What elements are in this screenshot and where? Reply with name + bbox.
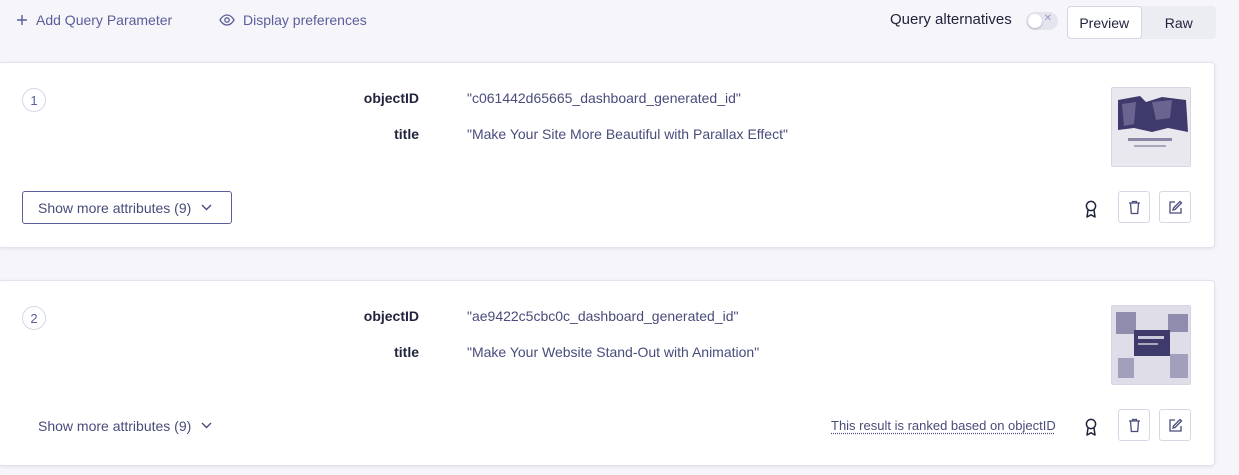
result-thumbnail [1111,305,1191,385]
add-query-parameter-button[interactable]: Add Query Parameter [16,12,172,28]
eye-icon [219,14,235,26]
edit-record-button[interactable] [1159,191,1191,223]
show-more-attributes-button[interactable]: Show more attributes (9) [22,409,232,442]
trash-icon [1128,200,1140,214]
thumbnail-image [1112,88,1190,166]
attribute-value-objectid: "ae9422c5cbc0c_dashboard_generated_id" [467,308,739,324]
show-more-attributes-button[interactable]: Show more attributes (9) [22,191,232,224]
add-query-parameter-label: Add Query Parameter [36,12,173,28]
tab-raw[interactable]: Raw [1142,6,1217,39]
thumbnail-image [1112,306,1190,384]
show-more-label: Show more attributes (9) [38,199,192,216]
result-card: 2 objectID "ae9422c5cbc0c_dashboard_gene… [0,280,1215,466]
view-mode-switch: Preview Raw [1067,6,1216,39]
query-alternatives-toggle[interactable]: ✕ [1026,12,1058,30]
query-alternatives-label: Query alternatives [890,11,1012,28]
result-thumbnail [1111,87,1191,167]
display-preferences-label: Display preferences [243,12,367,28]
attribute-value-title: "Make Your Site More Beautiful with Para… [467,126,788,142]
award-icon[interactable] [1084,200,1098,218]
attribute-key-objectid: objectID [363,308,419,324]
rank-badge: 1 [22,88,46,112]
edit-icon [1168,200,1182,214]
display-preferences-button[interactable]: Display preferences [219,12,367,28]
edit-icon [1168,418,1182,432]
chevron-down-icon [201,204,212,211]
attribute-key-title: title [394,344,419,360]
chevron-down-icon [201,422,212,429]
tab-preview[interactable]: Preview [1067,6,1142,39]
award-icon[interactable] [1084,418,1098,436]
trash-icon [1128,418,1140,432]
toggle-knob [1028,14,1042,28]
attribute-value-objectid: "c061442d65665_dashboard_generated_id" [467,90,741,106]
plus-icon [17,15,27,25]
delete-record-button[interactable] [1118,409,1150,441]
attribute-value-title: "Make Your Website Stand-Out with Animat… [467,344,760,360]
delete-record-button[interactable] [1118,191,1150,223]
attribute-key-objectid: objectID [363,90,419,106]
results-toolbar: Add Query Parameter Display preferences … [0,0,1216,42]
ranking-explanation-link[interactable]: This result is ranked based on objectID [831,418,1056,433]
edit-record-button[interactable] [1159,409,1191,441]
attribute-key-title: title [394,126,419,142]
show-more-label: Show more attributes (9) [38,417,192,434]
x-icon: ✕ [1043,13,1052,24]
rank-badge: 2 [22,306,46,330]
result-card: 1 objectID "c061442d65665_dashboard_gene… [0,62,1215,248]
